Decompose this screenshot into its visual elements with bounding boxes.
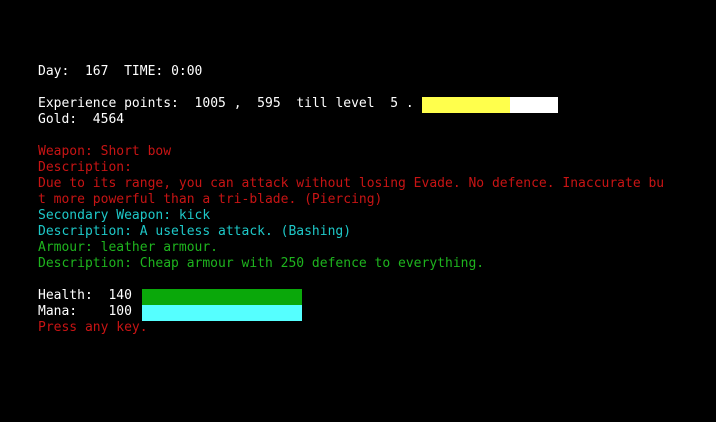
gold-line: Gold: 4564 bbox=[38, 112, 124, 128]
mana-value: 100 bbox=[108, 304, 132, 319]
health-bar-fill bbox=[142, 289, 302, 305]
experience-period: . bbox=[405, 96, 414, 111]
mana-bar bbox=[142, 305, 302, 321]
game-screen: { "status": { "day_label": "Day:", "day_… bbox=[0, 0, 716, 422]
health-label: Health: bbox=[38, 288, 93, 303]
experience-separator: , bbox=[233, 96, 242, 111]
day-label: Day: bbox=[38, 64, 70, 79]
armour-line: Armour: leather armour. bbox=[38, 240, 219, 255]
secondary-weapon-line: Secondary Weapon: kick bbox=[38, 208, 211, 223]
day-time-line: Day: 167 TIME: 0:00 bbox=[38, 64, 202, 80]
day-value: 167 bbox=[84, 64, 109, 79]
experience-line: Experience points: 1005 , 595 till level… bbox=[38, 96, 414, 112]
till-level-label: till level bbox=[296, 96, 375, 111]
experience-remaining: 595 bbox=[257, 96, 281, 111]
health-bar bbox=[142, 289, 302, 305]
weapon-description-label: Description: bbox=[38, 160, 132, 175]
experience-progress-fill bbox=[422, 97, 511, 113]
health-value: 140 bbox=[108, 288, 132, 303]
weapon-line: Weapon: Short bow bbox=[38, 144, 172, 159]
mana-label: Mana: bbox=[38, 304, 78, 319]
next-level: 5 bbox=[390, 96, 399, 111]
gold-label: Gold: bbox=[38, 112, 78, 127]
mana-line: Mana: 100 bbox=[38, 304, 132, 320]
experience-points: 1005 bbox=[194, 96, 226, 111]
weapon-description-line-2: t more powerful than a tri-blade. (Pierc… bbox=[38, 192, 383, 207]
health-line: Health: 140 bbox=[38, 288, 132, 304]
gold-value: 4564 bbox=[92, 112, 125, 127]
weapon-description-line-1: Due to its range, you can attack without… bbox=[38, 176, 665, 191]
mana-bar-fill bbox=[142, 305, 302, 321]
experience-label: Experience points: bbox=[38, 96, 179, 111]
armour-description: Description: Cheap armour with 250 defen… bbox=[38, 256, 485, 271]
time-label: TIME: bbox=[124, 64, 164, 79]
press-any-key-prompt[interactable]: Press any key. bbox=[38, 320, 148, 336]
secondary-weapon-description: Description: A useless attack. (Bashing) bbox=[38, 224, 352, 239]
time-value: 0:00 bbox=[171, 64, 203, 79]
experience-progress-bar bbox=[422, 97, 558, 113]
